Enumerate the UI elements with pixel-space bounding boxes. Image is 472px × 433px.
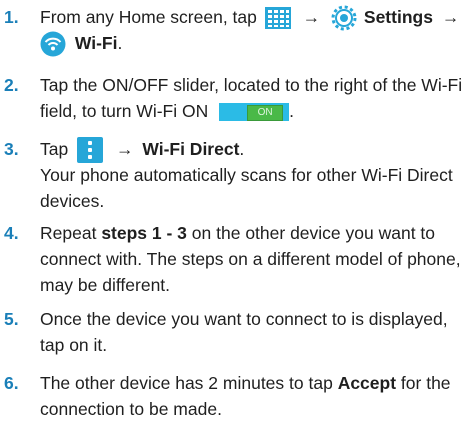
step-text: Tap the ON/OFF slider, located to the ri…: [40, 75, 463, 95]
step-text: Once the device you want to connect to i…: [40, 309, 448, 329]
step-text: From any Home screen, tap: [40, 7, 257, 27]
step-text: .: [239, 139, 245, 159]
step-text: devices.: [40, 191, 105, 211]
arrow-glyph: →: [441, 7, 460, 27]
step-text: .: [117, 33, 123, 53]
toggle-label: ON: [247, 105, 284, 122]
wifi-label: Wi-Fi: [74, 33, 118, 53]
wifi-icon: [40, 31, 66, 57]
step-text: may be different.: [40, 275, 171, 295]
wifi-direct-label: Wi-Fi Direct: [142, 139, 240, 159]
step-text: connect with. The steps on a different m…: [40, 249, 461, 269]
on-off-toggle: ON: [219, 103, 290, 122]
settings-label: Settings: [363, 7, 433, 27]
step-number: 3.: [4, 139, 19, 159]
instructions-document: 1. From any Home screen, tap → Settings …: [0, 0, 472, 433]
settings-gear-icon: [331, 5, 357, 31]
step-text: Tap: [40, 139, 69, 159]
step-text: connection to be made.: [40, 399, 222, 419]
step-line: field, to turn Wi-Fi ON ON .: [40, 98, 470, 124]
accept-label: Accept: [337, 373, 397, 393]
arrow-glyph: →: [302, 7, 321, 27]
step-line: Tap → Wi-Fi Direct.: [40, 136, 470, 164]
step-line: From any Home screen, tap → Settings →: [40, 4, 470, 31]
step-line: Repeat steps 1 - 3 on the other device y…: [40, 220, 470, 246]
step-number: 5.: [4, 309, 19, 329]
apps-grid-icon: [264, 7, 291, 30]
step-number: 4.: [4, 223, 19, 243]
steps-reference: steps 1 - 3: [101, 223, 187, 243]
step-text: on the other device you want to: [191, 223, 436, 243]
step-number: 1.: [4, 7, 19, 27]
step-text: Repeat: [40, 223, 97, 243]
step-number: 2.: [4, 75, 19, 95]
menu-icon: [77, 137, 104, 164]
step-number: 6.: [4, 373, 19, 393]
step-text: Your phone automatically scans for other…: [40, 165, 453, 185]
step-text: .: [289, 101, 294, 121]
step-text: for the: [400, 373, 451, 393]
step-line: The other device has 2 minutes to tap Ac…: [40, 370, 470, 396]
step-text: tap on it.: [40, 335, 108, 355]
step-text: The other device has 2 minutes to tap: [40, 373, 333, 393]
step-text: field, to turn Wi-Fi ON: [40, 101, 209, 121]
step-line: Wi-Fi.: [40, 30, 470, 57]
arrow-glyph: →: [115, 139, 134, 159]
